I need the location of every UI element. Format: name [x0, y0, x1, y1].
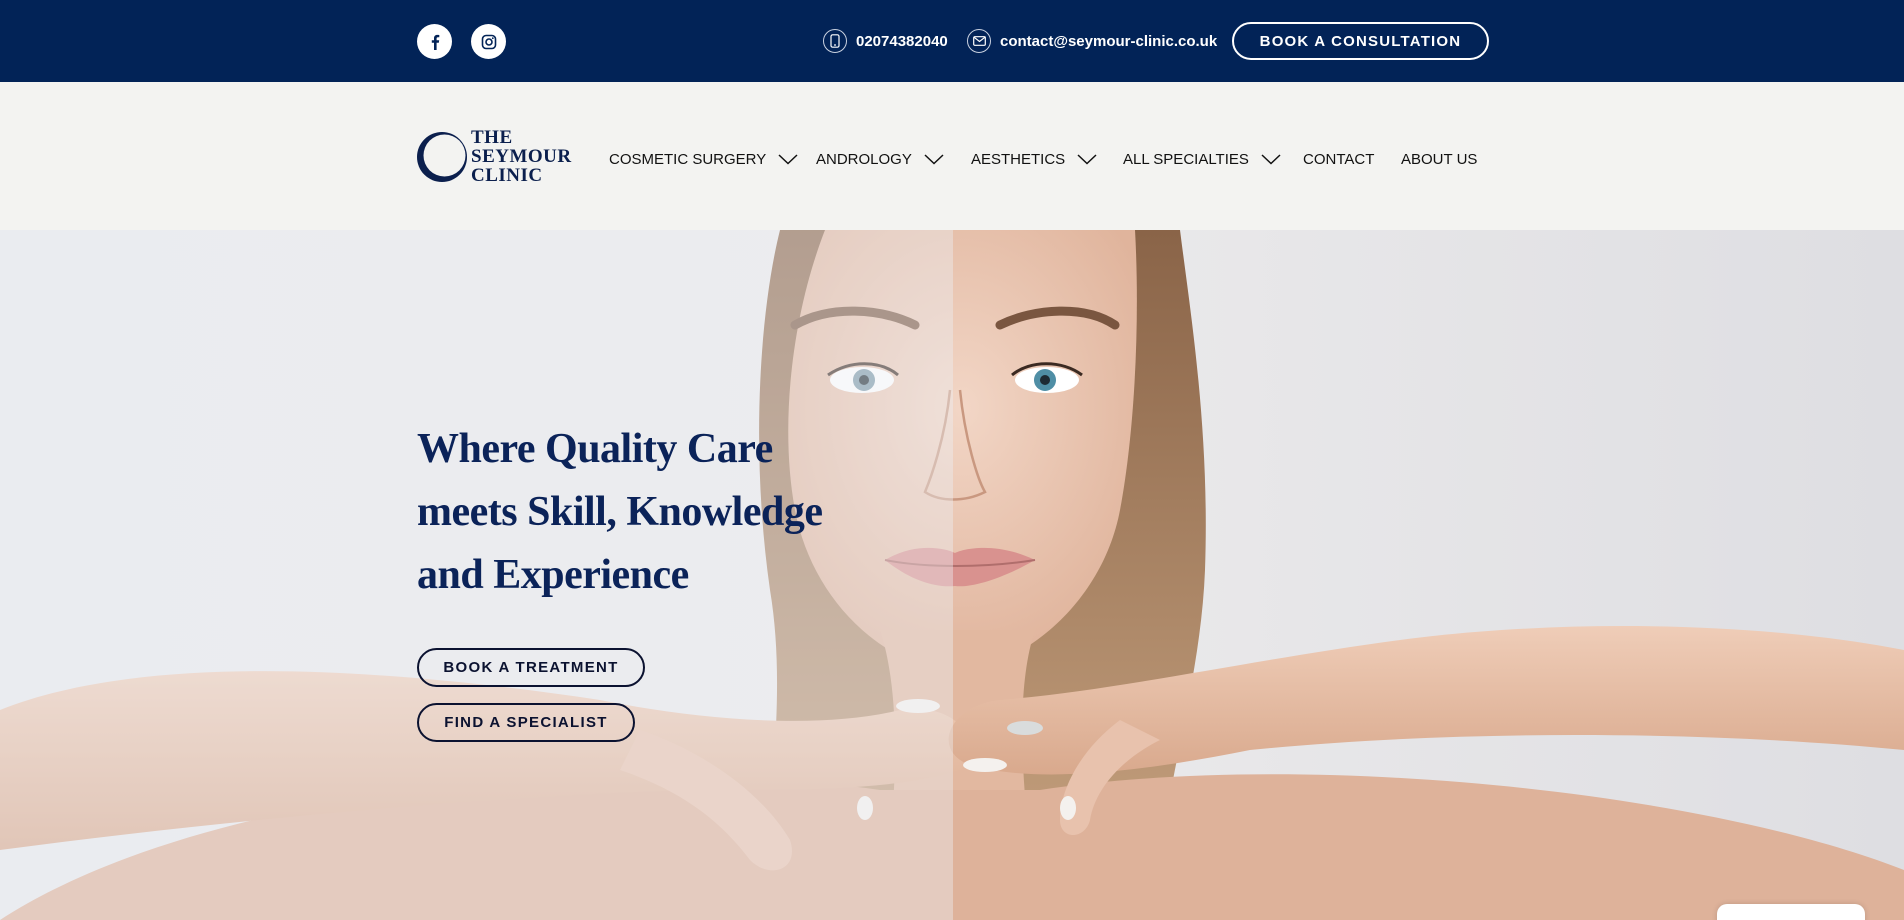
logo-wordmark: THE SEYMOUR CLINIC	[471, 128, 572, 185]
nav-about-us[interactable]: ABOUT US	[1401, 146, 1477, 172]
book-treatment-button[interactable]: BOOK A TREATMENT	[417, 648, 645, 687]
phone-link[interactable]: 02074382040	[823, 28, 948, 54]
clinic-logo[interactable]: THE SEYMOUR CLINIC	[417, 128, 572, 185]
top-bar: 02074382040 contact@seymour-clinic.co.uk…	[0, 0, 1904, 82]
nav-label: ALL SPECIALTIES	[1123, 150, 1249, 168]
facebook-link[interactable]	[417, 24, 452, 59]
phone-number: 02074382040	[856, 32, 948, 50]
hero-headline: Where Quality Care meets Skill, Knowledg…	[417, 418, 857, 607]
find-specialist-button[interactable]: FIND A SPECIALIST	[417, 703, 635, 742]
instagram-icon	[481, 34, 496, 49]
nav-andrology[interactable]: ANDROLOGY	[816, 146, 944, 172]
nav-aesthetics[interactable]: AESTHETICS	[971, 146, 1097, 172]
chevron-down-icon	[778, 153, 798, 165]
headline-line-1: Where Quality Care	[417, 426, 773, 472]
logo-line-1: THE	[471, 127, 513, 148]
chevron-down-icon	[1077, 153, 1097, 165]
envelope-icon	[967, 29, 991, 53]
nav-label: CONTACT	[1303, 150, 1375, 168]
nav-contact[interactable]: CONTACT	[1303, 146, 1374, 172]
nav-cosmetic-surgery[interactable]: COSMETIC SURGERY	[609, 146, 798, 172]
book-consultation-button[interactable]: BOOK A CONSULTATION	[1232, 22, 1489, 60]
chat-widget-tab[interactable]	[1717, 904, 1865, 920]
main-navbar: THE SEYMOUR CLINIC COSMETIC SURGERY ANDR…	[0, 82, 1904, 230]
nav-label: ABOUT US	[1401, 150, 1478, 168]
nav-all-specialties[interactable]: ALL SPECIALTIES	[1123, 146, 1281, 172]
facebook-icon	[431, 34, 439, 50]
email-address: contact@seymour-clinic.co.uk	[1000, 32, 1218, 50]
email-link[interactable]: contact@seymour-clinic.co.uk	[967, 28, 1217, 54]
nav-label: COSMETIC SURGERY	[609, 150, 767, 168]
headline-line-3: and Experience	[417, 552, 689, 598]
logo-line-2: SEYMOUR	[471, 146, 572, 167]
chevron-down-icon	[1261, 153, 1281, 165]
nav-label: AESTHETICS	[971, 150, 1066, 168]
headline-line-2: meets Skill, Knowledge	[417, 489, 823, 535]
chevron-down-icon	[924, 153, 944, 165]
logo-line-3: CLINIC	[471, 165, 543, 186]
nav-label: ANDROLOGY	[816, 150, 912, 168]
phone-icon	[823, 29, 847, 53]
hero-section: Where Quality Care meets Skill, Knowledg…	[0, 230, 1904, 920]
instagram-link[interactable]	[471, 24, 506, 59]
crescent-logo-icon	[417, 131, 467, 182]
